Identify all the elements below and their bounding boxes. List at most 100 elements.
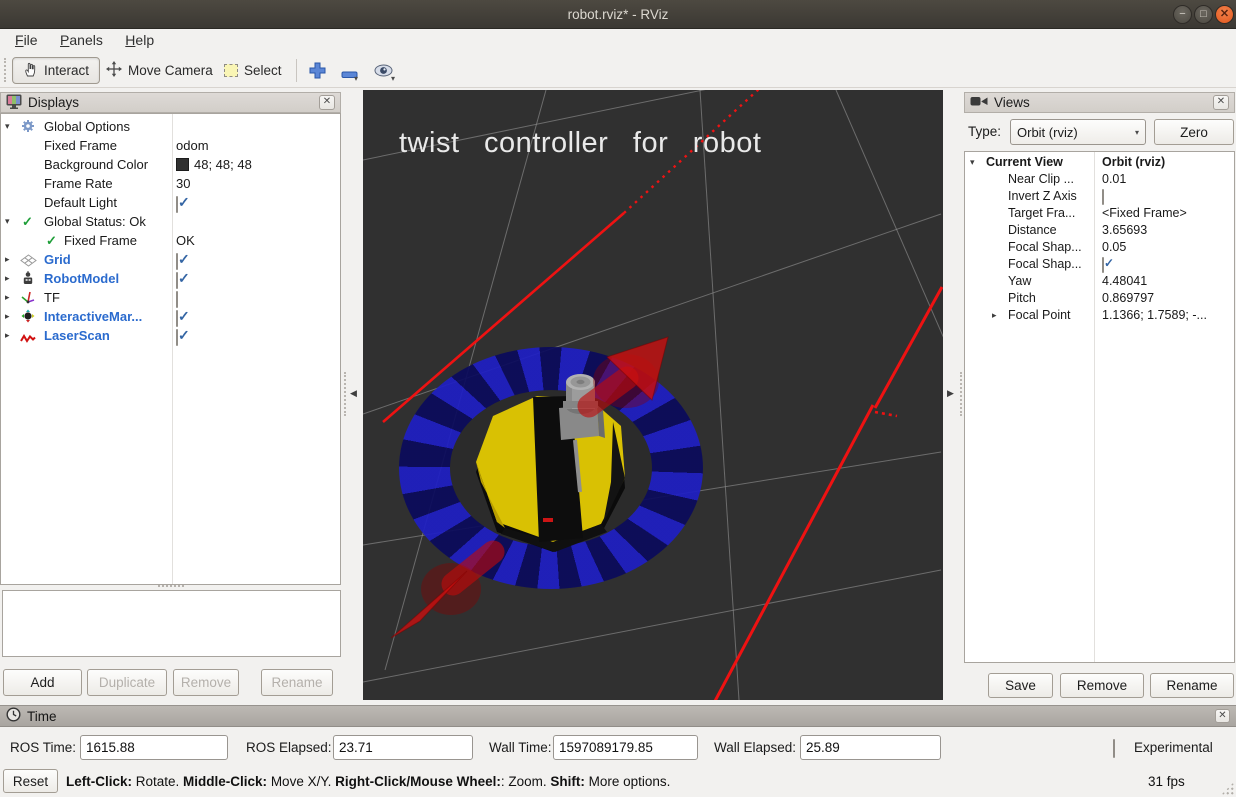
close-button[interactable]: ✕ (1215, 5, 1234, 24)
view-row-near-clip[interactable]: Near Clip ... 0.01 (964, 171, 1233, 188)
row-value[interactable]: 0.869797 (1102, 290, 1154, 307)
view-row-focal-shape-fixed[interactable]: Focal Shap... (964, 256, 1233, 273)
display-row-tf[interactable]: ▸ TF (0, 288, 340, 307)
row-value[interactable]: odom (176, 136, 209, 155)
interact-tool-button[interactable]: Interact (12, 57, 100, 84)
view-row-pitch[interactable]: Pitch 0.869797 (964, 290, 1233, 307)
display-row-global-status[interactable]: ▾ ✓ Global Status: Ok (0, 212, 340, 231)
maximize-button[interactable]: □ (1194, 5, 1213, 24)
display-row-global-options[interactable]: ▾ Global Options (0, 117, 340, 136)
views-panel-title: Views (994, 95, 1030, 110)
row-value[interactable]: 0.01 (1102, 171, 1126, 188)
display-row-frame-rate[interactable]: Frame Rate 30 (0, 174, 340, 193)
expand-arrow-icon[interactable]: ▸ (5, 250, 10, 269)
expand-arrow-icon[interactable]: ▸ (5, 326, 10, 345)
expand-arrow-icon[interactable]: ▾ (5, 117, 10, 136)
invert-z-checkbox[interactable] (1102, 189, 1104, 205)
tf-checkbox[interactable] (176, 291, 178, 308)
move-arrow-lower-left[interactable] (391, 552, 493, 638)
display-row-grid[interactable]: ▸ Grid (0, 250, 340, 269)
wall-elapsed-input[interactable] (800, 735, 941, 760)
ros-elapsed-input[interactable] (333, 735, 473, 760)
move-camera-tool-label: Move Camera (128, 63, 213, 78)
ros-time-label: ROS Time: (10, 735, 76, 760)
focal-shape-checkbox[interactable] (1102, 257, 1104, 273)
zero-view-button[interactable]: Zero (1154, 119, 1234, 145)
move-camera-tool-button[interactable]: Move Camera (106, 57, 213, 84)
view-type-combobox[interactable]: Orbit (rviz) ▾ (1010, 119, 1146, 145)
ros-elapsed-label: ROS Elapsed: (246, 735, 332, 760)
wall-time-input[interactable] (553, 735, 698, 760)
row-value[interactable]: 1.1366; 1.7589; -... (1102, 307, 1207, 324)
zoom-in-icon[interactable] (309, 62, 326, 84)
zoom-out-dropdown-caret[interactable]: ▾ (354, 74, 358, 83)
row-value[interactable]: 30 (176, 174, 190, 193)
display-description-box (2, 590, 341, 657)
display-row-robotmodel[interactable]: ▸ RobotModel (0, 269, 340, 288)
wall-elapsed-label: Wall Elapsed: (714, 735, 796, 760)
menu-file[interactable]: File (6, 29, 47, 51)
move-arrow-upper-right[interactable] (589, 337, 668, 408)
experimental-checkbox[interactable] (1113, 739, 1115, 758)
display-row-fixed-frame-status[interactable]: ✓ Fixed Frame OK (0, 231, 340, 250)
display-row-background-color[interactable]: Background Color 48; 48; 48 (0, 155, 340, 174)
robotmodel-checkbox[interactable] (176, 272, 178, 289)
view-row-invert-z[interactable]: Invert Z Axis (964, 188, 1233, 205)
view-row-distance[interactable]: Distance 3.65693 (964, 222, 1233, 239)
left-splitter-dots[interactable] (344, 372, 346, 416)
menu-help[interactable]: Help (116, 29, 163, 51)
default-light-checkbox[interactable] (176, 196, 178, 213)
save-view-button[interactable]: Save (988, 673, 1053, 698)
expand-arrow-icon[interactable]: ▸ (5, 269, 10, 288)
row-value[interactable]: <Fixed Frame> (1102, 205, 1187, 222)
row-value[interactable]: 3.65693 (1102, 222, 1147, 239)
view-row-current-view[interactable]: ▾ Current View Orbit (rviz) (964, 154, 1233, 171)
expand-arrow-icon[interactable]: ▾ (5, 212, 10, 231)
row-label: Global Options (44, 117, 130, 136)
reset-button[interactable]: Reset (3, 769, 58, 793)
display-row-laserscan[interactable]: ▸ LaserScan (0, 326, 340, 345)
row-label: Fixed Frame (64, 231, 137, 250)
time-close-icon[interactable]: ✕ (1215, 709, 1230, 723)
expand-arrow-icon[interactable]: ▸ (5, 307, 10, 326)
focus-dropdown-caret[interactable]: ▾ (391, 74, 395, 83)
display-row-fixed-frame[interactable]: Fixed Frame odom (0, 136, 340, 155)
row-label: Invert Z Axis (1008, 188, 1077, 205)
grid-checkbox[interactable] (176, 253, 178, 270)
row-label: RobotModel (44, 269, 119, 288)
minimize-button[interactable]: − (1173, 5, 1192, 24)
view-row-focal-shape-size[interactable]: Focal Shap... 0.05 (964, 239, 1233, 256)
ros-time-input[interactable] (80, 735, 228, 760)
menu-panels[interactable]: Panels (51, 29, 112, 51)
expand-arrow-icon[interactable]: ▸ (5, 288, 10, 307)
laserscan-checkbox[interactable] (176, 329, 178, 346)
expand-arrow-icon[interactable]: ▾ (970, 154, 975, 171)
toolbar-drag-handle[interactable] (4, 58, 6, 82)
displays-close-icon[interactable]: ✕ (319, 95, 335, 110)
row-label: Focal Shap... (1008, 239, 1082, 256)
row-value[interactable]: 4.48041 (1102, 273, 1147, 290)
interactive-markers-checkbox[interactable] (176, 310, 178, 327)
status-ok-icon: ✓ (22, 212, 33, 231)
rename-view-button[interactable]: Rename (1150, 673, 1234, 698)
collapse-left-arrow-icon[interactable]: ◀ (350, 388, 357, 399)
hand-cursor-icon (23, 61, 38, 80)
row-value[interactable]: 0.05 (1102, 239, 1126, 256)
row-value[interactable]: 48; 48; 48 (194, 155, 252, 174)
view-row-focal-point[interactable]: ▸ Focal Point 1.1366; 1.7589; -... (964, 307, 1233, 324)
select-tool-button[interactable]: Select (224, 57, 282, 84)
add-display-button[interactable]: Add (3, 669, 82, 696)
views-close-icon[interactable]: ✕ (1213, 95, 1229, 110)
view-row-target-frame[interactable]: Target Fra... <Fixed Frame> (964, 205, 1233, 222)
right-splitter-dots[interactable] (960, 372, 962, 416)
view-row-yaw[interactable]: Yaw 4.48041 (964, 273, 1233, 290)
display-row-interactive-markers[interactable]: ▸ InteractiveMar... (0, 307, 340, 326)
expand-arrow-icon[interactable]: ▸ (992, 307, 997, 324)
display-row-default-light[interactable]: Default Light (0, 193, 340, 212)
render-viewport-3d[interactable]: twist controller for robot (363, 90, 943, 700)
displays-splitter-handle[interactable] (158, 585, 184, 587)
color-swatch[interactable] (176, 158, 189, 171)
row-label: Target Fra... (1008, 205, 1075, 222)
remove-view-button[interactable]: Remove (1060, 673, 1144, 698)
collapse-right-arrow-icon[interactable]: ▶ (947, 388, 954, 399)
